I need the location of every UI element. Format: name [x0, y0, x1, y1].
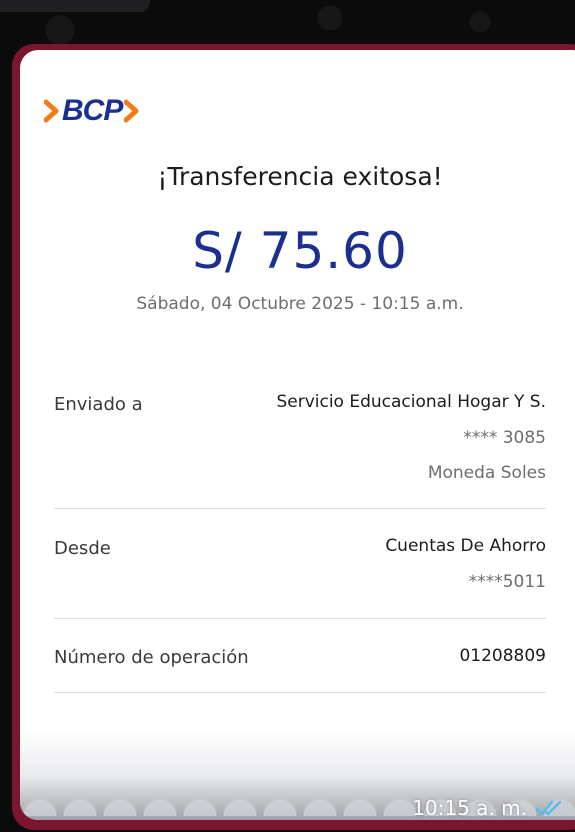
source-account-type: Cuentas De Ahorro — [385, 536, 546, 556]
message-time: 10:15 a. m. — [412, 796, 527, 820]
double-check-read-icon — [535, 800, 562, 816]
sent-to-label: Enviado a — [54, 394, 143, 415]
divider — [54, 692, 546, 693]
operation-label: Número de operación — [54, 647, 249, 668]
chevron-right-icon — [124, 99, 139, 123]
source-account-number: ****5011 — [468, 572, 546, 592]
from-label: Desde — [54, 538, 111, 559]
previous-message-bubble — [0, 0, 150, 12]
recipient-currency: Moneda Soles — [427, 463, 546, 483]
recipient-name: Servicio Educacional Hogar Y S. — [276, 392, 546, 412]
chevron-right-icon — [44, 99, 59, 123]
recipient-account: **** 3085 — [463, 428, 546, 448]
bcp-logo: BCP — [44, 94, 140, 128]
logo-text: BCP — [62, 94, 123, 127]
transfer-datetime: Sábado, 04 Octubre 2025 - 10:15 a.m. — [136, 294, 464, 314]
operation-number: 01208809 — [459, 646, 546, 666]
message-timestamp: 10:15 a. m. — [412, 796, 565, 820]
transfer-receipt-image[interactable]: BCP ¡Transferencia exitosa! S/ 75.60 Sáb… — [20, 50, 575, 820]
divider — [54, 618, 546, 619]
transfer-amount: S/ 75.60 — [192, 222, 408, 280]
receipt-title: ¡Transferencia exitosa! — [157, 162, 443, 191]
divider — [54, 508, 546, 509]
